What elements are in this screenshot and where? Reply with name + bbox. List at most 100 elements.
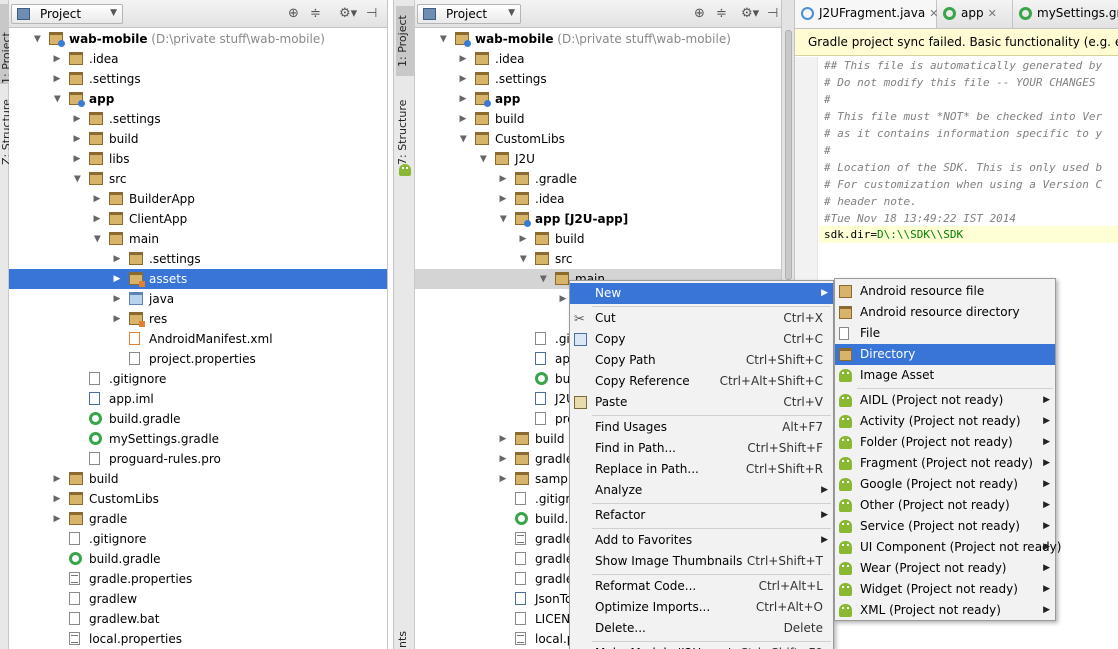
tree-row[interactable]: ▶ app — [415, 89, 781, 109]
collapsed-arrow-icon[interactable]: ▶ — [497, 169, 509, 189]
tree-row[interactable]: build.gradle — [9, 549, 387, 569]
menu-item-copy-path[interactable]: Copy Path Ctrl+Shift+C — [570, 350, 833, 371]
menu-item-widget-project-not-ready[interactable]: Widget (Project not ready) ▶ — [835, 579, 1055, 600]
tree-row[interactable]: ▶ res — [9, 309, 387, 329]
menu-item-directory[interactable]: Directory — [835, 344, 1055, 365]
collapsed-arrow-icon[interactable]: ▶ — [51, 509, 63, 529]
scroll-from-source-icon[interactable]: ⊕ — [288, 6, 299, 21]
tree-row[interactable]: ▶ .settings — [9, 249, 387, 269]
tree-row[interactable]: ▶ .idea — [415, 49, 781, 69]
collapsed-arrow-icon[interactable]: ▶ — [111, 289, 123, 309]
tree-row[interactable]: ▶ CustomLibs — [415, 129, 781, 149]
collapsed-arrow-icon[interactable]: ▶ — [457, 89, 469, 109]
tab-structure-tool-window-2[interactable]: 7: Structure — [396, 95, 414, 165]
menu-item-reformat-code[interactable]: Reformat Code... Ctrl+Alt+L — [570, 576, 833, 597]
menu-item-xml-project-not-ready[interactable]: XML (Project not ready) ▶ — [835, 600, 1055, 621]
editor-tab-java[interactable]: J2UFragment.java ✕ — [795, 0, 938, 28]
tree-row[interactable]: ▶ .gradle — [415, 169, 781, 189]
tree-row[interactable]: ▶ CustomLibs — [9, 489, 387, 509]
menu-item-wear-project-not-ready[interactable]: Wear (Project not ready) ▶ — [835, 558, 1055, 579]
menu-item-find-usages[interactable]: Find Usages Alt+F7 — [570, 417, 833, 438]
expanded-arrow-icon[interactable]: ▶ — [453, 133, 473, 145]
collapsed-arrow-icon[interactable]: ▶ — [111, 249, 123, 269]
close-icon[interactable]: ✕ — [988, 7, 997, 20]
expanded-arrow-icon[interactable]: ▶ — [67, 173, 87, 185]
menu-item-google-project-not-ready[interactable]: Google (Project not ready) ▶ — [835, 474, 1055, 495]
tree-row[interactable]: ▶ app — [9, 89, 387, 109]
tree-row[interactable]: ▶ java — [9, 289, 387, 309]
editor-tab-app[interactable]: app ✕ — [937, 0, 1013, 28]
tree-row[interactable]: ▶ J2U — [415, 149, 781, 169]
collapsed-arrow-icon[interactable]: ▶ — [91, 209, 103, 229]
menu-item-replace-in-path[interactable]: Replace in Path... Ctrl+Shift+R — [570, 459, 833, 480]
tree-row[interactable]: ▶ .settings — [9, 109, 387, 129]
tree-row[interactable]: ▶ app [J2U-app] — [415, 209, 781, 229]
menu-item-copy[interactable]: Copy Ctrl+C — [570, 329, 833, 350]
tree-row[interactable]: ▶ .settings — [9, 69, 387, 89]
collapsed-arrow-icon[interactable]: ▶ — [457, 49, 469, 69]
tree-row[interactable]: ▶ wab-mobile (D:\private stuff\wab-mobile… — [9, 29, 387, 49]
project-view-combo-2[interactable]: Project ▼ — [417, 4, 521, 24]
collapsed-arrow-icon[interactable]: ▶ — [497, 429, 509, 449]
tree-row[interactable]: ▶ ClientApp — [9, 209, 387, 229]
editor-tab-mysettings[interactable]: mySettings.gra — [1013, 0, 1118, 28]
menu-item-cut[interactable]: ✂ Cut Ctrl+X — [570, 308, 833, 329]
tree-row[interactable]: ▶ .idea — [9, 49, 387, 69]
collapse-all-icon[interactable]: ≑ — [716, 6, 727, 21]
collapsed-arrow-icon[interactable]: ▶ — [51, 49, 63, 69]
project-view-combo[interactable]: Project ▼ — [11, 4, 123, 24]
tree-row[interactable]: gradlew — [9, 589, 387, 609]
collapsed-arrow-icon[interactable]: ▶ — [71, 109, 83, 129]
tree-row[interactable]: ▶ wab-mobile (D:\private stuff\wab-mobile… — [415, 29, 781, 49]
collapsed-arrow-icon[interactable]: ▶ — [497, 449, 509, 469]
menu-item-add-to-favorites[interactable]: Add to Favorites ▶ — [570, 530, 833, 551]
expanded-arrow-icon[interactable]: ▶ — [27, 33, 47, 45]
tree-row[interactable]: ▶ build — [9, 469, 387, 489]
tree-row[interactable]: app.iml — [9, 389, 387, 409]
hide-panel-icon[interactable]: ⊣ — [366, 6, 377, 21]
tab-favorites-fragment[interactable]: nts — [396, 628, 414, 648]
tree-row[interactable]: .gitignore — [9, 369, 387, 389]
hide-panel-icon[interactable]: ⊣ — [767, 6, 778, 21]
menu-item-ui-component-project-not-ready[interactable]: UI Component (Project not ready) ▶ — [835, 537, 1061, 558]
tree-row[interactable]: local.properties — [9, 629, 387, 649]
collapse-all-icon[interactable]: ≑ — [310, 6, 321, 21]
menu-item-show-image-thumbnails[interactable]: Show Image Thumbnails Ctrl+Shift+T — [570, 551, 833, 572]
menu-item-refactor[interactable]: Refactor ▶ — [570, 505, 833, 526]
collapsed-arrow-icon[interactable]: ▶ — [517, 229, 529, 249]
tree-row[interactable]: project.properties — [9, 349, 387, 369]
expanded-arrow-icon[interactable]: ▶ — [47, 93, 67, 105]
gear-icon[interactable]: ⚙▾ — [339, 6, 357, 21]
tree-row[interactable]: ▶ assets — [9, 269, 387, 289]
tree-row[interactable]: ▶ src — [415, 249, 781, 269]
menu-item-file[interactable]: File — [835, 323, 1055, 344]
menu-item-fragment-project-not-ready[interactable]: Fragment (Project not ready) ▶ — [835, 453, 1055, 474]
menu-item-service-project-not-ready[interactable]: Service (Project not ready) ▶ — [835, 516, 1055, 537]
menu-item-new[interactable]: New ▶ — [570, 283, 833, 304]
collapsed-arrow-icon[interactable]: ▶ — [111, 309, 123, 329]
collapsed-arrow-icon[interactable]: ▶ — [457, 69, 469, 89]
scrollbar-thumb[interactable] — [785, 30, 792, 280]
menu-item-optimize-imports[interactable]: Optimize Imports... Ctrl+Alt+O — [570, 597, 833, 618]
tree-row[interactable]: ▶ libs — [9, 149, 387, 169]
collapsed-arrow-icon[interactable]: ▶ — [71, 129, 83, 149]
tab-project-tool-window[interactable]: 1: Project — [0, 4, 9, 84]
expanded-arrow-icon[interactable]: ▶ — [533, 273, 553, 285]
scroll-from-source-icon[interactable]: ⊕ — [694, 6, 705, 21]
tab-structure-tool-window[interactable]: Z: Structure — [0, 95, 9, 165]
menu-item-find-in-path[interactable]: Find in Path... Ctrl+Shift+F — [570, 438, 833, 459]
tree-row[interactable]: ▶ BuilderApp — [9, 189, 387, 209]
tree-row[interactable]: ▶ .idea — [415, 189, 781, 209]
menu-item-paste[interactable]: Paste Ctrl+V — [570, 392, 833, 413]
tree-row[interactable]: AndroidManifest.xml — [9, 329, 387, 349]
tree-row[interactable]: gradle.properties — [9, 569, 387, 589]
collapsed-arrow-icon[interactable]: ▶ — [51, 69, 63, 89]
collapsed-arrow-icon[interactable]: ▶ — [71, 149, 83, 169]
collapsed-arrow-icon[interactable]: ▶ — [91, 189, 103, 209]
tree-row[interactable]: ▶ main — [9, 229, 387, 249]
menu-item-android-resource-file[interactable]: Android resource file — [835, 281, 1055, 302]
menu-item-copy-reference[interactable]: Copy Reference Ctrl+Alt+Shift+C — [570, 371, 833, 392]
menu-item-android-resource-directory[interactable]: Android resource directory — [835, 302, 1055, 323]
menu-item-image-asset[interactable]: Image Asset — [835, 365, 1055, 386]
expanded-arrow-icon[interactable]: ▶ — [87, 233, 107, 245]
